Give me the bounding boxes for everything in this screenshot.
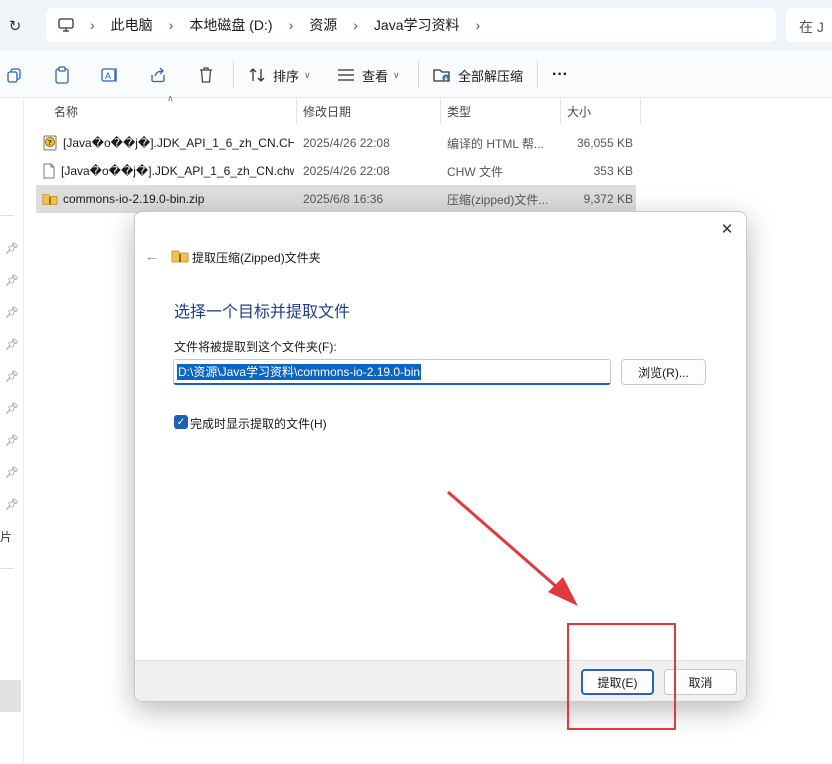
delete-icon[interactable] bbox=[196, 65, 216, 85]
file-type: CHW 文件 bbox=[447, 164, 503, 179]
close-icon[interactable]: ✕ bbox=[716, 218, 738, 240]
view-label: 查看 bbox=[362, 68, 389, 84]
dialog-heading: 选择一个目标并提取文件 bbox=[174, 304, 351, 321]
destination-label: 文件将被提取到这个文件夹(F): bbox=[174, 340, 337, 354]
search-input[interactable]: 在 J bbox=[786, 8, 832, 42]
dialog-footer bbox=[135, 660, 746, 701]
nav-divider bbox=[0, 568, 14, 569]
file-size: 353 KB bbox=[593, 164, 633, 178]
file-date: 2025/6/8 16:36 bbox=[303, 192, 384, 206]
zip-folder-icon bbox=[171, 249, 189, 263]
paste-icon[interactable] bbox=[52, 65, 72, 85]
pin-icon[interactable]: 📌︎ bbox=[5, 465, 19, 479]
show-files-checkbox[interactable]: ✓ bbox=[174, 415, 188, 429]
pin-icon[interactable]: 📌︎ bbox=[5, 241, 19, 255]
browse-button[interactable]: 浏览(R)... bbox=[621, 359, 706, 385]
pin-icon[interactable]: 📌︎ bbox=[5, 273, 19, 287]
refresh-icon[interactable]: ↻ bbox=[4, 15, 26, 37]
file-name: [Java�o��j�].JDK_API_1_6_zh_CN.CHM bbox=[63, 136, 294, 150]
chevron-down-icon: ∨ bbox=[304, 69, 311, 80]
zip-folder-icon bbox=[42, 191, 58, 207]
toolbar-divider bbox=[233, 61, 234, 89]
file-size: 9,372 KB bbox=[583, 192, 633, 206]
rename-icon[interactable]: A bbox=[100, 65, 120, 85]
toolbar-divider bbox=[537, 61, 538, 89]
cancel-button[interactable]: 取消 bbox=[664, 669, 737, 695]
dialog-title: 提取压缩(Zipped)文件夹 bbox=[192, 251, 321, 265]
column-size-label: 大小 bbox=[567, 104, 592, 119]
file-row-selected[interactable]: commons-io-2.19.0-bin.zip 2025/6/8 16:36… bbox=[36, 185, 636, 213]
destination-path-value: D:\资源\Java学习资料\commons-io-2.19.0-bin bbox=[177, 364, 422, 380]
crumb-resources[interactable]: 资源 bbox=[309, 15, 337, 35]
file-row[interactable]: ? [Java�o��j�].JDK_API_1_6_zh_CN.CHM 202… bbox=[36, 129, 636, 157]
back-arrow-icon[interactable]: ← bbox=[143, 247, 161, 265]
file-date: 2025/4/26 22:08 bbox=[303, 164, 390, 178]
column-name-label: 名称 bbox=[54, 104, 79, 119]
column-header-date[interactable]: 修改日期 bbox=[297, 98, 441, 124]
file-name: [Java�o��j�].JDK_API_1_6_zh_CN.chw bbox=[61, 164, 294, 178]
sort-button[interactable]: 排序 ∨ bbox=[248, 63, 311, 87]
file-type: 压缩(zipped)文件... bbox=[447, 192, 549, 207]
crumb-drive-d[interactable]: 本地磁盘 (D:) bbox=[189, 15, 272, 35]
column-date-label: 修改日期 bbox=[303, 104, 352, 119]
share-icon[interactable] bbox=[148, 65, 168, 85]
file-date: 2025/4/26 22:08 bbox=[303, 136, 390, 150]
command-bar: A 排序 ∨ 查看 ∨ 全部解压缩 ··· bbox=[0, 51, 832, 98]
sort-ascending-icon: ∧ bbox=[167, 93, 174, 103]
file-type: 编译的 HTML 帮... bbox=[447, 136, 544, 151]
this-pc-icon[interactable] bbox=[58, 17, 76, 33]
pin-icon[interactable]: 📌︎ bbox=[5, 305, 19, 319]
view-list-icon bbox=[337, 68, 355, 82]
show-files-label[interactable]: 完成时显示提取的文件(H) bbox=[190, 415, 327, 432]
toolbar-divider bbox=[418, 61, 419, 89]
nav-item-fragment[interactable]: 片 bbox=[0, 528, 12, 545]
pin-icon[interactable]: 📌︎ bbox=[5, 369, 19, 383]
chevron-right-icon[interactable]: › bbox=[169, 17, 174, 33]
extract-zip-dialog: ✕ ← 提取压缩(Zipped)文件夹 选择一个目标并提取文件 文件将被提取到这… bbox=[134, 211, 747, 702]
chm-help-file-icon: ? bbox=[42, 135, 58, 151]
nav-item-highlighted[interactable] bbox=[0, 680, 21, 712]
chevron-right-icon[interactable]: › bbox=[289, 17, 294, 33]
more-options-button[interactable]: ··· bbox=[552, 63, 568, 87]
view-button[interactable]: 查看 ∨ bbox=[337, 63, 400, 87]
breadcrumb[interactable]: › 此电脑 › 本地磁盘 (D:) › 资源 › Java学习资料 › bbox=[46, 8, 776, 42]
pin-icon[interactable]: 📌︎ bbox=[5, 433, 19, 447]
nav-divider bbox=[0, 215, 14, 216]
crumb-this-pc[interactable]: 此电脑 bbox=[111, 15, 153, 35]
pin-icon[interactable]: 📌︎ bbox=[5, 337, 19, 351]
copy-icon[interactable] bbox=[4, 65, 24, 85]
column-header-type[interactable]: 类型 bbox=[441, 98, 561, 124]
navigation-pane: 📌︎ 📌︎ 📌︎ 📌︎ 📌︎ 📌︎ 📌︎ 📌︎ 📌︎ 片 bbox=[0, 98, 24, 764]
sort-label: 排序 bbox=[273, 68, 300, 84]
extract-folder-icon bbox=[433, 67, 451, 83]
pin-icon[interactable]: 📌︎ bbox=[5, 401, 19, 415]
chevron-right-icon[interactable]: › bbox=[475, 17, 480, 33]
destination-path-input[interactable]: D:\资源\Java学习资料\commons-io-2.19.0-bin bbox=[173, 359, 611, 385]
extract-all-button[interactable]: 全部解压缩 bbox=[433, 63, 523, 87]
svg-text:A: A bbox=[105, 71, 111, 81]
pin-icon[interactable]: 📌︎ bbox=[5, 497, 19, 511]
chevron-right-icon[interactable]: › bbox=[353, 17, 358, 33]
chevron-right-icon[interactable]: › bbox=[90, 17, 95, 33]
sort-icon bbox=[248, 67, 266, 83]
extract-all-label: 全部解压缩 bbox=[458, 68, 524, 84]
column-type-label: 类型 bbox=[447, 104, 472, 119]
chevron-down-icon: ∨ bbox=[393, 69, 400, 80]
extract-button[interactable]: 提取(E) bbox=[581, 669, 654, 695]
column-header-size[interactable]: 大小 bbox=[561, 98, 641, 124]
address-bar: ↻ › 此电脑 › 本地磁盘 (D:) › 资源 › Java学习资料 › 在 … bbox=[0, 0, 832, 51]
file-name: commons-io-2.19.0-bin.zip bbox=[63, 192, 205, 206]
blank-file-icon bbox=[42, 163, 56, 179]
file-size: 36,055 KB bbox=[576, 136, 633, 150]
file-row[interactable]: [Java�o��j�].JDK_API_1_6_zh_CN.chw 2025/… bbox=[36, 157, 636, 185]
crumb-java-materials[interactable]: Java学习资料 bbox=[374, 15, 460, 35]
svg-text:?: ? bbox=[48, 139, 52, 147]
